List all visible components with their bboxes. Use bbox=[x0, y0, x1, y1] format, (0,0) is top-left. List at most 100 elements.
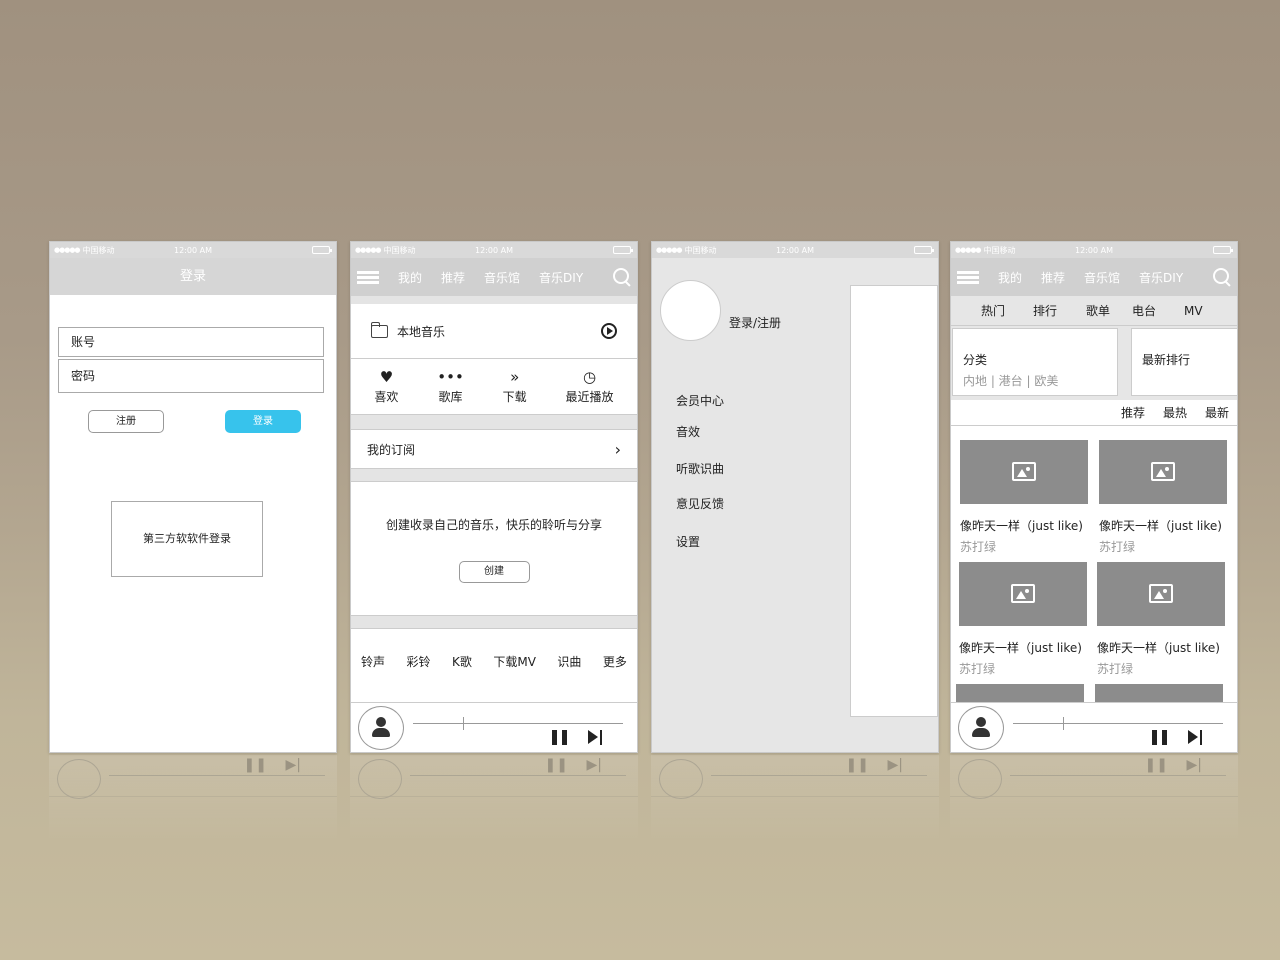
create-playlist-panel: 创建收录自己的音乐，快乐的聆听与分享 创建 bbox=[351, 481, 637, 616]
battery-icon bbox=[312, 246, 332, 254]
third-party-login-button[interactable]: 第三方软软件登录 bbox=[111, 501, 263, 577]
more-dots-icon: ••• bbox=[437, 367, 464, 386]
song-card[interactable]: 像昨天一样（just like) 苏打绿 bbox=[1097, 562, 1227, 677]
subtab-hot[interactable]: 热门 bbox=[981, 302, 1005, 319]
tab-music-hall[interactable]: 音乐馆 bbox=[1084, 269, 1120, 286]
clock-icon: ◷ bbox=[582, 367, 597, 386]
account-field[interactable]: 账号 bbox=[58, 327, 324, 357]
status-bar: ●●●●● 中国移动 12:00 AM bbox=[652, 242, 938, 258]
battery-icon bbox=[914, 246, 934, 254]
battery-icon bbox=[1213, 246, 1233, 254]
image-icon bbox=[1011, 584, 1035, 603]
cover-placeholder bbox=[1095, 684, 1223, 704]
password-field[interactable]: 密码 bbox=[58, 359, 324, 393]
tab-recommend[interactable]: 推荐 bbox=[441, 269, 465, 286]
top-nav: 我的 推荐 音乐馆 音乐DIY bbox=[951, 258, 1237, 296]
login-button[interactable]: 登录 bbox=[225, 410, 301, 433]
tab-recommend[interactable]: 推荐 bbox=[1041, 269, 1065, 286]
quick-download-label: 下载 bbox=[502, 389, 527, 404]
song-artist: 苏打绿 bbox=[1099, 540, 1136, 554]
category-card[interactable]: 分类 内地 | 港台 | 欧美 bbox=[952, 328, 1118, 396]
tool-color-ring[interactable]: 彩铃 bbox=[407, 653, 431, 670]
quick-download[interactable]: » 下载 bbox=[503, 369, 527, 405]
menu-icon[interactable] bbox=[357, 270, 379, 284]
tool-song-recognition[interactable]: 识曲 bbox=[557, 653, 581, 670]
clock: 12:00 AM bbox=[1075, 245, 1113, 255]
tool-ringtone[interactable]: 铃声 bbox=[361, 653, 385, 670]
song-artist: 苏打绿 bbox=[959, 662, 996, 676]
tab-mine[interactable]: 我的 bbox=[998, 269, 1022, 286]
quick-like-label: 喜欢 bbox=[374, 389, 399, 404]
search-icon[interactable] bbox=[613, 268, 631, 286]
song-title: 像昨天一样（just like) bbox=[959, 641, 1082, 655]
create-prompt: 创建收录自己的音乐，快乐的聆听与分享 bbox=[385, 518, 602, 532]
pause-icon[interactable] bbox=[1152, 730, 1167, 745]
tab-music-hall[interactable]: 音乐馆 bbox=[484, 269, 520, 286]
login-screen: ●●●●● 中国移动 12:00 AM 登录 账号 密码 注册 登录 第三方软软… bbox=[49, 241, 337, 753]
category-row: 分类 内地 | 港台 | 欧美 最新排行 bbox=[951, 326, 1237, 400]
tool-download-mv[interactable]: 下载MV bbox=[493, 653, 536, 670]
quick-library[interactable]: ••• 歌库 bbox=[437, 369, 464, 405]
progress-track[interactable] bbox=[1013, 723, 1223, 724]
menu-sound-effects[interactable]: 音效 bbox=[676, 423, 700, 440]
tool-more[interactable]: 更多 bbox=[603, 653, 627, 670]
reflection: ❚❚ ▶| bbox=[651, 755, 939, 845]
heart-icon: ♥ bbox=[379, 367, 394, 386]
subtab-mv[interactable]: MV bbox=[1184, 304, 1203, 318]
song-title: 像昨天一样（just like) bbox=[1099, 519, 1222, 533]
search-icon[interactable] bbox=[1213, 268, 1231, 286]
song-card[interactable]: 像昨天一样（just like) 苏打绿 bbox=[1099, 440, 1229, 555]
menu-vip-center[interactable]: 会员中心 bbox=[676, 392, 724, 409]
avatar[interactable] bbox=[358, 706, 404, 750]
sort-recommend[interactable]: 推荐 bbox=[1121, 404, 1145, 421]
local-music-label: 本地音乐 bbox=[397, 324, 446, 339]
cover-placeholder bbox=[960, 440, 1088, 504]
mini-player bbox=[951, 702, 1237, 752]
progress-knob[interactable] bbox=[1063, 717, 1064, 730]
progress-track[interactable] bbox=[413, 723, 623, 724]
play-circle-icon[interactable] bbox=[601, 323, 617, 339]
song-card[interactable]: 像昨天一样（just like) 苏打绿 bbox=[960, 440, 1090, 555]
next-track-icon[interactable] bbox=[588, 730, 602, 745]
subtab-playlists[interactable]: 歌单 bbox=[1086, 302, 1110, 319]
register-button[interactable]: 注册 bbox=[88, 410, 164, 433]
song-title: 像昨天一样（just like) bbox=[1097, 641, 1220, 655]
reflection: ❚❚ ▶| bbox=[950, 755, 1238, 845]
pause-icon[interactable] bbox=[552, 730, 567, 745]
menu-icon[interactable] bbox=[957, 270, 979, 284]
subscription-label: 我的订阅 bbox=[367, 442, 416, 457]
login-register-link[interactable]: 登录/注册 bbox=[729, 314, 781, 331]
tab-mine[interactable]: 我的 bbox=[398, 269, 422, 286]
subtab-charts[interactable]: 排行 bbox=[1033, 302, 1057, 319]
subtab-radio[interactable]: 电台 bbox=[1132, 302, 1156, 319]
status-bar: ●●●●● 中国移动 12:00 AM bbox=[351, 242, 637, 258]
progress-knob[interactable] bbox=[463, 717, 464, 730]
side-drawer-screen: ●●●●● 中国移动 12:00 AM 登录/注册 会员中心 音效 听歌识曲 意… bbox=[651, 241, 939, 753]
create-button[interactable]: 创建 bbox=[458, 561, 530, 583]
main-content-peek[interactable] bbox=[850, 285, 938, 717]
avatar[interactable] bbox=[958, 706, 1004, 750]
next-track-icon[interactable] bbox=[1188, 730, 1202, 745]
latest-rank-card[interactable]: 最新排行 bbox=[1131, 328, 1237, 396]
song-card[interactable]: 像昨天一样（just like) 苏打绿 bbox=[959, 562, 1089, 677]
tool-karaoke[interactable]: K歌 bbox=[452, 653, 472, 670]
status-bar: ●●●●● 中国移动 12:00 AM bbox=[951, 242, 1237, 258]
quick-recent[interactable]: ◷ 最近播放 bbox=[566, 369, 614, 405]
profile-avatar[interactable] bbox=[660, 280, 721, 341]
sort-newest[interactable]: 最新 bbox=[1205, 404, 1229, 421]
latest-rank-title: 最新排行 bbox=[1142, 353, 1191, 367]
menu-feedback[interactable]: 意见反馈 bbox=[676, 495, 724, 512]
subscription-row[interactable]: 我的订阅 › bbox=[351, 429, 637, 469]
download-chevron-icon: » bbox=[510, 367, 520, 386]
menu-settings[interactable]: 设置 bbox=[676, 533, 700, 550]
menu-song-recognition[interactable]: 听歌识曲 bbox=[676, 460, 724, 477]
category-title: 分类 bbox=[963, 353, 988, 367]
quick-library-label: 歌库 bbox=[438, 389, 463, 404]
quick-like[interactable]: ♥ 喜欢 bbox=[374, 369, 398, 405]
quick-actions: ♥ 喜欢 ••• 歌库 » 下载 ◷ 最近播放 bbox=[351, 359, 637, 415]
sort-hottest[interactable]: 最热 bbox=[1163, 404, 1187, 421]
local-music-row[interactable]: 本地音乐 bbox=[351, 304, 637, 359]
tab-music-diy[interactable]: 音乐DIY bbox=[539, 269, 583, 286]
clock: 12:00 AM bbox=[174, 245, 212, 255]
tab-music-diy[interactable]: 音乐DIY bbox=[1139, 269, 1183, 286]
